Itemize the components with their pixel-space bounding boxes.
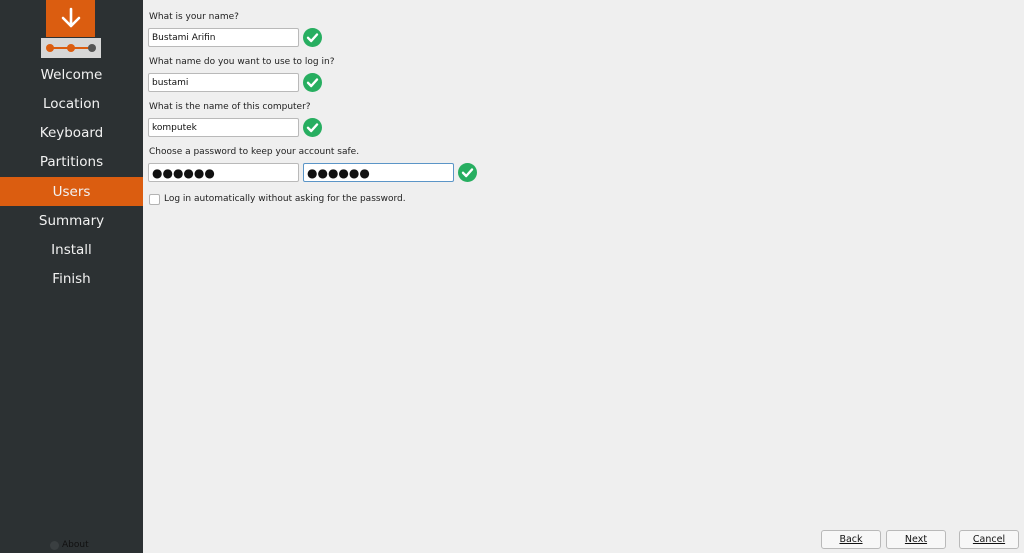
progress-steps-icon [41, 38, 101, 58]
sidebar-item-keyboard[interactable]: Keyboard [0, 118, 143, 147]
sidebar-item-location[interactable]: Location [0, 89, 143, 118]
password-question: Choose a password to keep your account s… [149, 147, 360, 157]
back-button[interactable]: Back [821, 530, 881, 549]
sidebar-item-install[interactable]: Install [0, 235, 143, 264]
sidebar-item-summary[interactable]: Summary [0, 206, 143, 235]
sidebar-item-welcome[interactable]: Welcome [0, 60, 143, 89]
hostname-input[interactable] [148, 118, 299, 137]
sidebar: Welcome Location Keyboard Partitions Use… [0, 0, 143, 553]
about-label: About [62, 540, 89, 550]
sidebar-item-partitions[interactable]: Partitions [0, 147, 143, 176]
check-circle-icon [458, 163, 477, 182]
about-button[interactable]: About [50, 537, 89, 553]
check-circle-icon [303, 73, 322, 92]
full-name-input[interactable] [148, 28, 299, 47]
password-input[interactable] [148, 163, 299, 182]
password-confirm-input[interactable] [303, 163, 454, 182]
download-arrow-icon [61, 7, 80, 27]
login-question: What name do you want to use to log in? [149, 57, 335, 67]
computer-name-question: What is the name of this computer? [149, 102, 311, 112]
autologin-label[interactable]: Log in automatically without asking for … [164, 194, 406, 204]
autologin-checkbox[interactable] [149, 194, 160, 205]
sidebar-item-finish[interactable]: Finish [0, 264, 143, 293]
info-icon [50, 540, 59, 550]
name-question: What is your name? [149, 12, 239, 22]
next-button[interactable]: Next [886, 530, 946, 549]
installer-logo [46, 0, 95, 37]
check-circle-icon [303, 118, 322, 137]
cancel-button[interactable]: Cancel [959, 530, 1019, 549]
username-input[interactable] [148, 73, 299, 92]
sidebar-item-users[interactable]: Users [0, 177, 143, 206]
check-circle-icon [303, 28, 322, 47]
